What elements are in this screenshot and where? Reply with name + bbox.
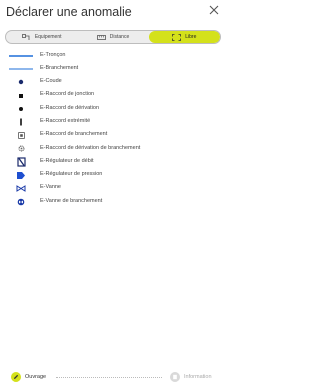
list-item-label: E-Régulateur de débit [40, 157, 94, 164]
list-item-label: E-Raccord de dérivation de branchement [40, 144, 141, 151]
list-item-label: E-Raccord de dérivation [40, 104, 100, 111]
tab-distance-label: Distance [109, 34, 130, 40]
tab-distance[interactable]: Distance [77, 31, 148, 43]
pressure-regulator-icon [9, 169, 33, 182]
list-item-label: E-Tronçon [40, 51, 66, 58]
list-item-label: E-Régulateur de pression [40, 171, 103, 178]
list-item[interactable]: E-Raccord extrémité [0, 115, 227, 128]
step-ouvrage[interactable]: Ouvrage [11, 372, 46, 382]
frame-icon [172, 33, 182, 41]
list-item[interactable]: E-Branchement [0, 62, 227, 75]
list-item[interactable]: E-Coude [0, 76, 227, 89]
flow-regulator-icon [9, 155, 33, 168]
step-information[interactable]: Information [170, 372, 212, 382]
list-item[interactable]: E-Raccord de dérivation [0, 102, 227, 115]
tab-equipement[interactable]: Equipement [6, 31, 77, 43]
list-item-label: E-Vanne de branchement [40, 197, 103, 204]
step-label: Ouvrage [25, 374, 47, 380]
tab-libre[interactable]: Libre [148, 31, 220, 43]
dot-icon [9, 102, 33, 115]
list-item[interactable]: E-Vanne [0, 182, 227, 195]
step-indicator [170, 372, 180, 382]
tab-equipement-label: Equipement [34, 34, 62, 40]
list-item[interactable]: E-Raccord de dérivation de branchement [0, 142, 227, 155]
step-indicator [11, 372, 21, 382]
line-icon [9, 62, 33, 75]
list-item[interactable]: E-Raccord de jonction [0, 89, 227, 102]
valve-icon [9, 182, 33, 195]
list-item[interactable]: E-Vanne de branchement [0, 195, 227, 208]
anomaly-type-list: E-Tronçon E-Branchement E-Coude E-Raccor… [0, 49, 227, 209]
line-icon [9, 49, 33, 62]
equipment-icon [21, 33, 30, 40]
close-icon[interactable] [208, 4, 220, 16]
list-item-label: E-Raccord de branchement [40, 131, 108, 138]
ruler-icon [96, 34, 106, 40]
list-item[interactable]: E-Régulateur de pression [0, 169, 227, 182]
gear-icon [9, 142, 33, 155]
step-label: Information [184, 374, 212, 380]
list-item-label: E-Raccord de jonction [40, 91, 95, 98]
list-item-label: E-Vanne [40, 184, 61, 191]
branch-valve-icon [9, 195, 33, 208]
bar-icon [9, 115, 33, 128]
list-item[interactable]: E-Régulateur de débit [0, 155, 227, 168]
document-icon [173, 374, 177, 380]
dot-icon [9, 76, 33, 89]
mode-selector: Equipement Distance Libre [5, 30, 221, 44]
list-item[interactable]: E-Raccord de branchement [0, 129, 227, 142]
list-item-label: E-Raccord extrémité [40, 117, 91, 124]
dialog-header: Déclarer une anomalie [0, 0, 227, 26]
list-item[interactable]: E-Tronçon [0, 49, 227, 62]
stepper: Ouvrage Information [0, 368, 227, 386]
step-connector [56, 377, 162, 378]
list-item-label: E-Branchement [40, 64, 79, 71]
pencil-icon [14, 374, 19, 379]
square-icon [9, 89, 33, 102]
page-title: Déclarer une anomalie [6, 5, 132, 19]
tab-libre-label: Libre [185, 34, 197, 40]
list-item-label: E-Coude [40, 78, 62, 85]
boxed-square-icon [9, 129, 33, 142]
